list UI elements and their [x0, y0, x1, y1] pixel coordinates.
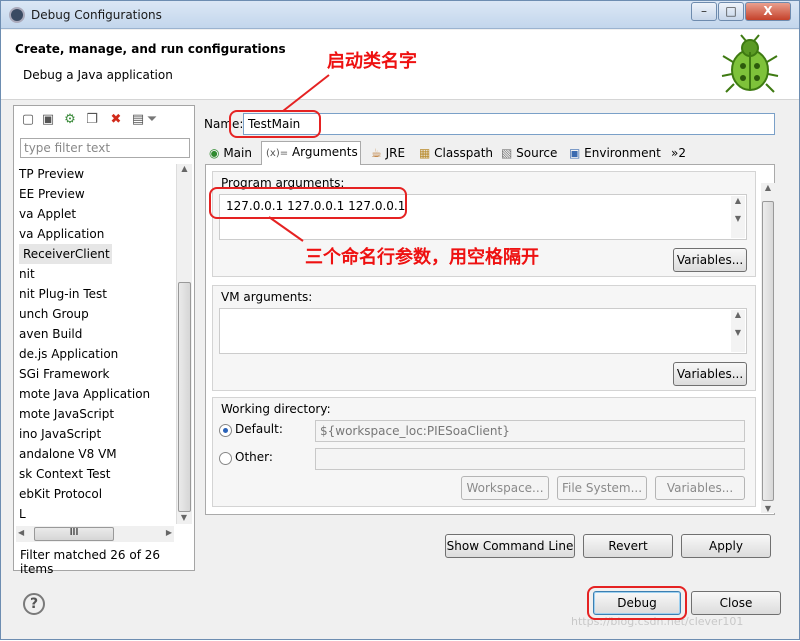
tree-item[interactable]: nit Plug-in Test [15, 284, 175, 304]
tree-item[interactable]: EE Preview [15, 184, 175, 204]
eclipse-app-icon [9, 7, 25, 23]
tree-item[interactable]: andalone V8 VM [15, 444, 175, 464]
tree-horizontal-thumb[interactable]: III [34, 527, 114, 541]
default-directory-field: ${workspace_loc:PIESoaClient} [315, 420, 745, 442]
vm-arguments-input[interactable]: ▲ ▼ [219, 308, 747, 354]
file-system-button[interactable]: File System... [557, 476, 647, 500]
tree-item[interactable]: de.js Application [15, 344, 175, 364]
other-directory-field[interactable] [315, 448, 745, 470]
filter-input[interactable]: type filter text [20, 138, 190, 158]
panel-scroll-up-icon[interactable]: ▲ [761, 183, 775, 192]
tree-item[interactable]: SGi Framework [15, 364, 175, 384]
panel-scroll-down-icon[interactable]: ▼ [761, 504, 775, 513]
filter-icon[interactable]: ⏷ [144, 112, 160, 128]
tree-horizontal-scrollbar[interactable]: ◀ III ▶ [16, 526, 174, 542]
debug-configurations-window: Debug Configurations – □ X Create, manag… [0, 0, 800, 640]
tree-item[interactable]: va Application [15, 224, 175, 244]
scroll-right-arrow-icon[interactable]: ▶ [166, 528, 172, 537]
working-directory-label: Working directory: [221, 402, 331, 416]
tree-vertical-scrollbar[interactable]: ▲ ▼ [176, 164, 192, 524]
configuration-tree: TP Preview EE Preview va Applet va Appli… [15, 164, 175, 526]
configuration-editor: Name: TestMain ◉ Main (x)= Arguments ☕ J… [199, 105, 789, 575]
close-button[interactable]: Close [691, 591, 781, 615]
vm-args-scrollbar[interactable]: ▲ ▼ [731, 310, 745, 352]
tab-environment[interactable]: ▣ Environment [565, 143, 665, 165]
show-command-line-button[interactable]: Show Command Line [445, 534, 575, 558]
tree-item[interactable]: ino JavaScript [15, 424, 175, 444]
working-directory-group: Working directory: Default: ${workspace_… [212, 397, 756, 507]
header-title: Create, manage, and run configurations [15, 42, 286, 56]
duplicate-icon[interactable]: ❐ [84, 112, 100, 128]
environment-tab-icon: ▣ [569, 146, 581, 160]
tree-item[interactable]: nit [15, 264, 175, 284]
new-config-icon[interactable]: ▢ [20, 112, 36, 128]
tree-item[interactable]: L [15, 504, 175, 524]
scroll-up-arrow-icon[interactable]: ▲ [177, 164, 192, 173]
program-variables-button[interactable]: Variables... [673, 248, 747, 272]
maximize-button[interactable]: □ [718, 2, 744, 21]
workspace-button[interactable]: Workspace... [461, 476, 549, 500]
args-annotation-text: 三个命名行参数，用空格隔开 [305, 247, 539, 268]
help-icon[interactable]: ? [23, 593, 45, 615]
close-window-button[interactable]: X [745, 2, 791, 21]
debug-bug-icon [721, 34, 779, 93]
header-subtitle: Debug a Java application [23, 68, 173, 82]
new-prototype-icon[interactable]: ▣ [40, 112, 56, 128]
main-tab-icon: ◉ [209, 146, 220, 160]
tree-item[interactable]: aven Build [15, 324, 175, 344]
tree-item[interactable]: unch Group [15, 304, 175, 324]
vm-arguments-label: VM arguments: [221, 290, 313, 304]
tree-item[interactable]: mote JavaScript [15, 404, 175, 424]
other-radio[interactable] [219, 452, 232, 465]
name-annotation-text: 启动类名字 [327, 51, 417, 72]
arguments-highlight-box [209, 187, 407, 219]
apply-button[interactable]: Apply [681, 534, 771, 558]
tab-main[interactable]: ◉ Main [205, 143, 261, 165]
default-label: Default: [235, 422, 283, 436]
filter-status-text: Filter matched 26 of 26 items [20, 548, 161, 576]
title-bar: Debug Configurations – □ X [1, 1, 799, 29]
classpath-tab-icon: ▦ [419, 146, 431, 160]
tree-item[interactable]: TP Preview [15, 164, 175, 184]
tree-item-selected[interactable]: ReceiverClient [19, 244, 112, 264]
revert-button[interactable]: Revert [583, 534, 673, 558]
tree-item[interactable]: sk Context Test [15, 464, 175, 484]
more-tabs-chevron[interactable]: »2 [667, 143, 687, 165]
name-highlight-box [229, 110, 321, 138]
tab-source[interactable]: ▧ Source [497, 143, 563, 165]
panel-vertical-scrollbar[interactable]: ▲ ▼ [761, 183, 775, 513]
jre-tab-icon: ☕ [371, 146, 382, 160]
directory-variables-button[interactable]: Variables... [655, 476, 745, 500]
vm-variables-button[interactable]: Variables... [673, 362, 747, 386]
program-args-scrollbar[interactable]: ▲ ▼ [731, 196, 745, 238]
source-tab-icon: ▧ [501, 146, 513, 160]
window-title: Debug Configurations [31, 8, 162, 22]
tab-jre[interactable]: ☕ JRE [367, 143, 413, 165]
configuration-tree-pane: ▢ ▣ ⚙ ❐ ✖ ▤ ⏷ type filter text TP Previe… [13, 105, 195, 576]
tree-item[interactable]: va Applet [15, 204, 175, 224]
other-label: Other: [235, 450, 273, 464]
arguments-tab-icon: (x)= [266, 148, 289, 159]
vm-arguments-group: VM arguments: ▲ ▼ Variables... [212, 285, 756, 391]
tree-item[interactable]: ebKit Protocol [15, 484, 175, 504]
debug-highlight-box [587, 586, 687, 620]
export-icon[interactable]: ⚙ [62, 112, 78, 128]
config-tabs: ◉ Main (x)= Arguments ☕ JRE ▦ Classpath … [205, 141, 775, 166]
name-input[interactable]: TestMain [243, 113, 775, 135]
scroll-down-arrow-icon[interactable]: ▼ [177, 513, 191, 522]
default-radio[interactable] [219, 424, 232, 437]
scroll-left-arrow-icon[interactable]: ◀ [18, 528, 24, 537]
tab-classpath[interactable]: ▦ Classpath [415, 143, 497, 165]
delete-icon[interactable]: ✖ [108, 112, 124, 128]
panel-vertical-thumb[interactable] [762, 201, 774, 501]
tree-vertical-thumb[interactable] [178, 282, 191, 512]
minimize-button[interactable]: – [691, 2, 717, 21]
tree-toolbar: ▢ ▣ ⚙ ❐ ✖ ▤ ⏷ [18, 110, 188, 132]
tree-item[interactable]: mote Java Application [15, 384, 175, 404]
tab-arguments[interactable]: (x)= Arguments [261, 141, 361, 166]
